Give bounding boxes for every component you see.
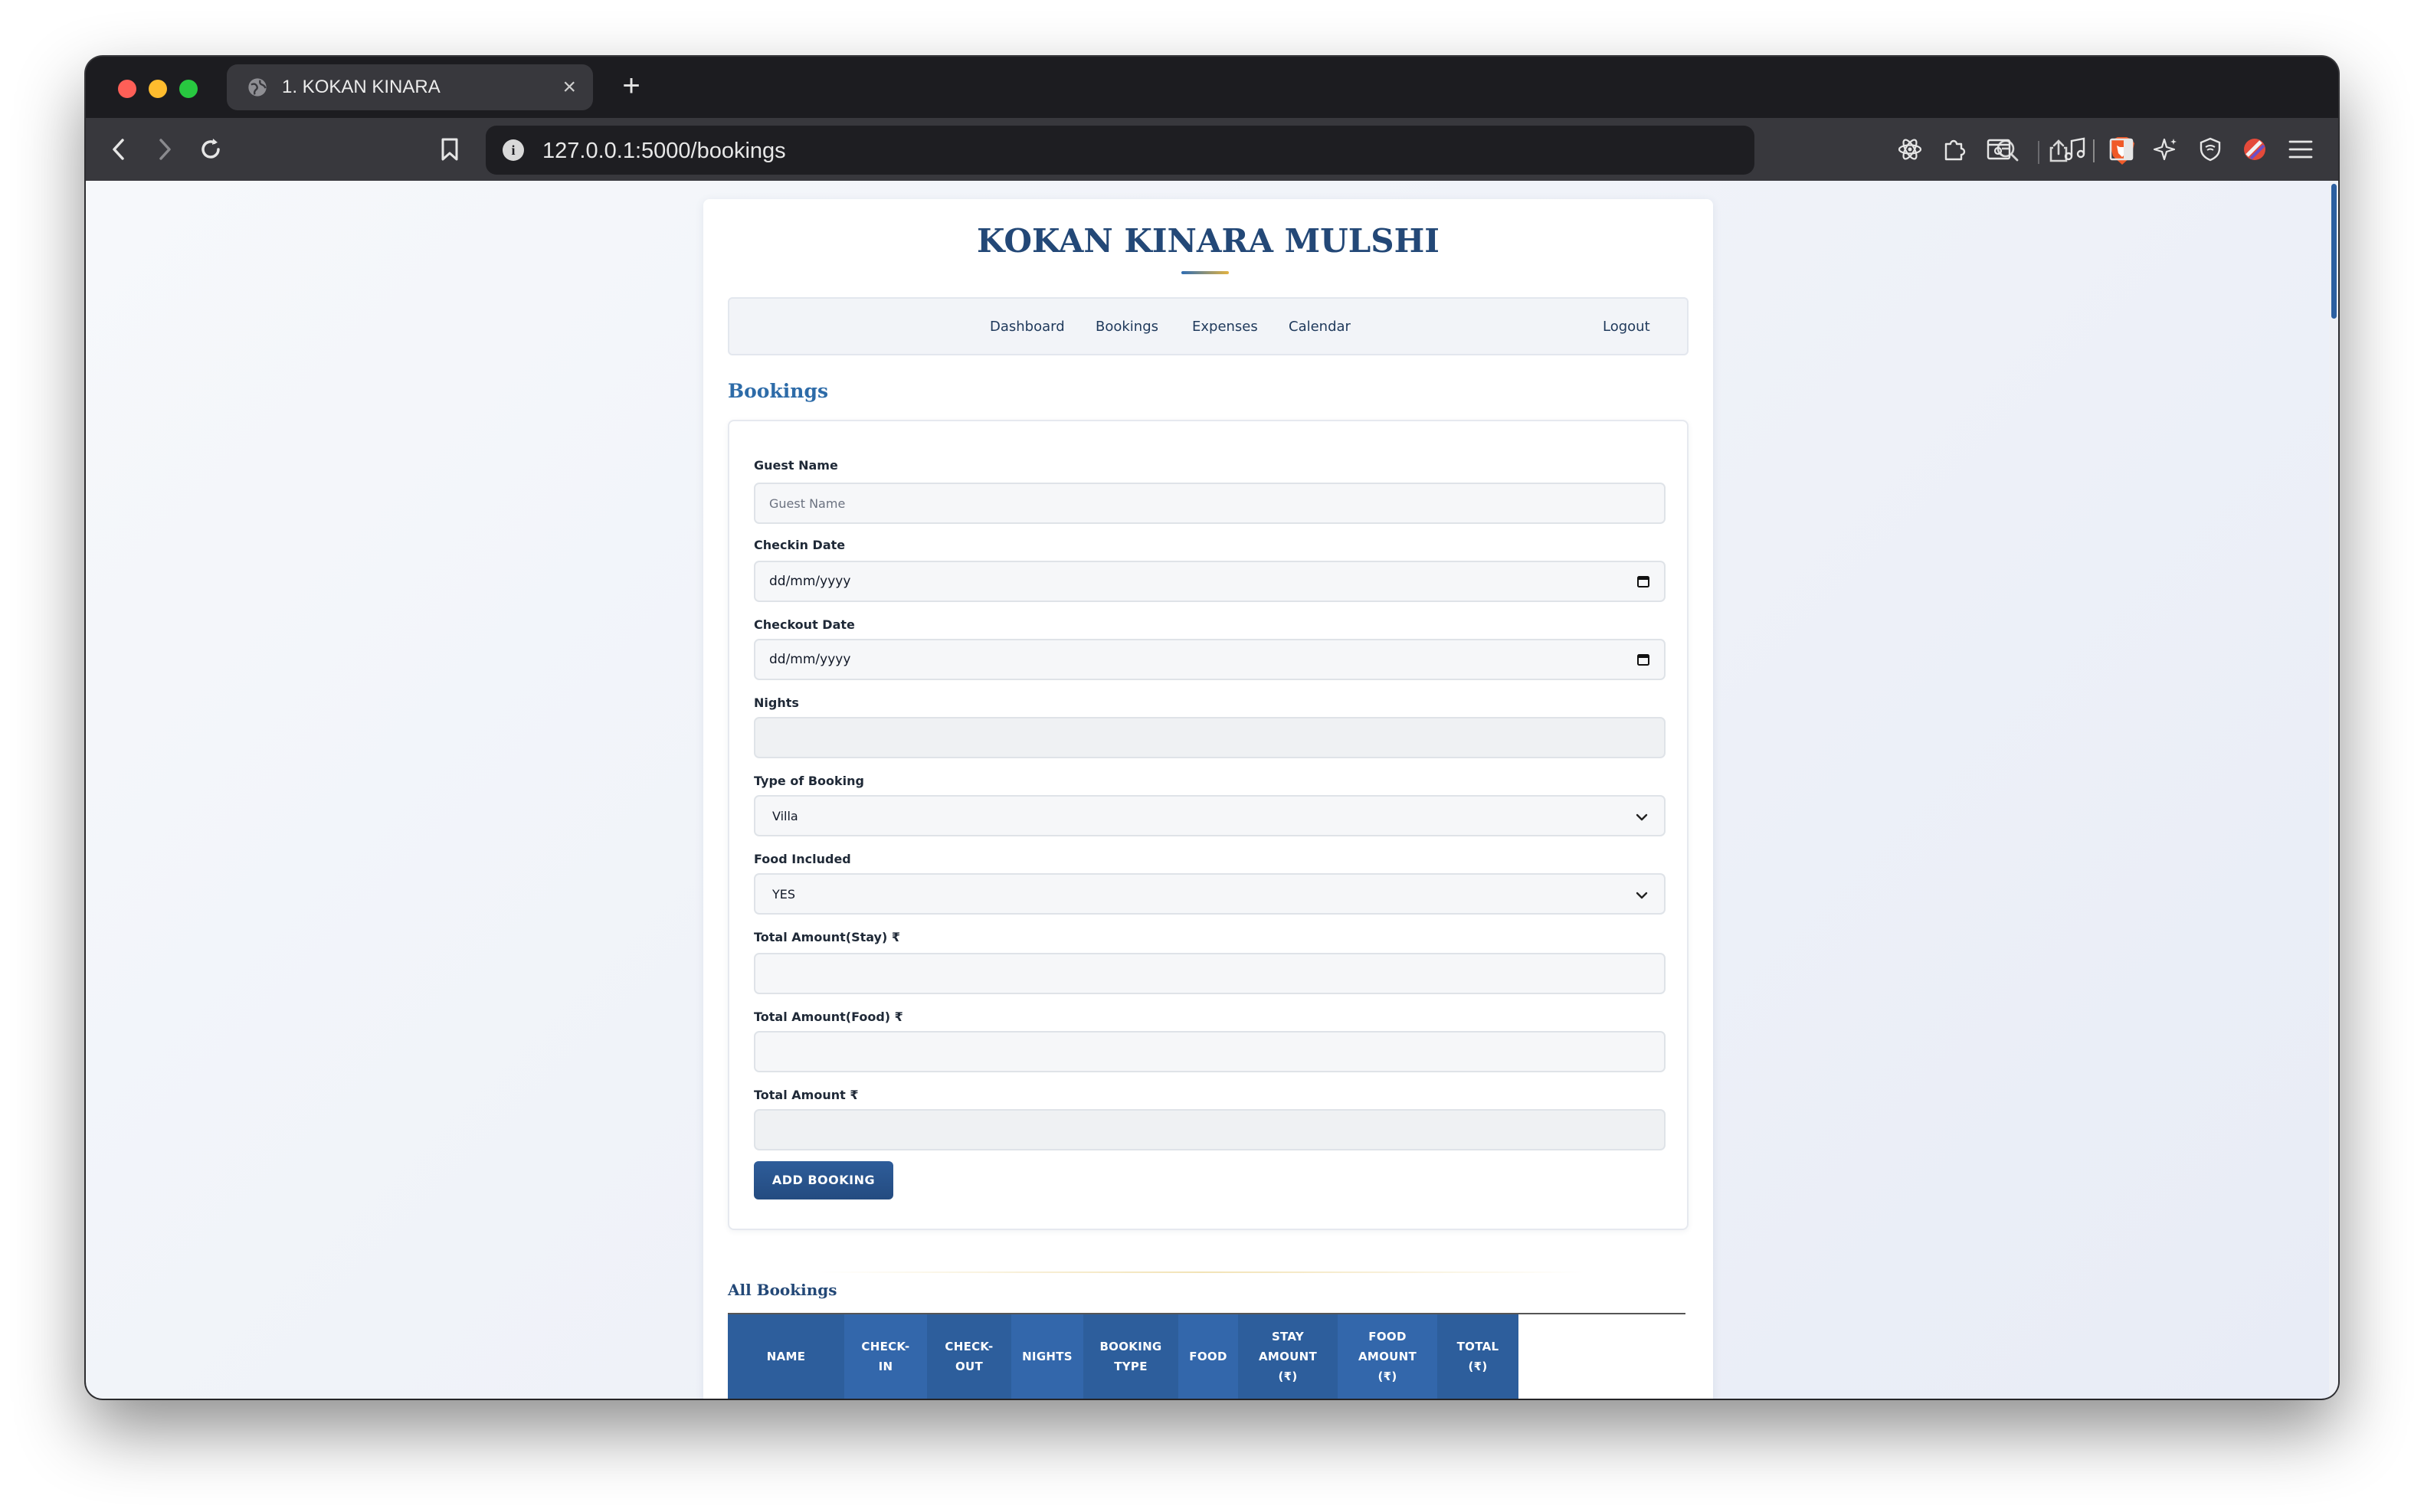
food-included-value: YES <box>772 887 796 902</box>
calendar-icon[interactable] <box>1636 653 1650 666</box>
maximize-window-button[interactable] <box>179 80 198 98</box>
table-header-row: NAME CHECK- IN CHECK- OUT NIGHTS BOOKING… <box>728 1314 1518 1399</box>
checkout-label: Checkout Date <box>754 617 855 632</box>
booking-type-label: Type of Booking <box>754 774 864 788</box>
main-container: KOKAN KINARA MULSHI Dashboard Bookings E… <box>703 199 1713 1399</box>
new-tab-button[interactable]: + <box>614 69 648 103</box>
booking-form: Guest Name Guest Name Checkin Date dd/mm… <box>728 420 1689 1230</box>
close-tab-icon[interactable]: × <box>562 76 576 99</box>
title-underline <box>1181 271 1229 274</box>
bookmark-button[interactable] <box>434 133 466 165</box>
chevron-down-icon <box>1636 892 1648 899</box>
guest-name-placeholder: Guest Name <box>769 496 846 511</box>
menu-icon[interactable] <box>2285 133 2317 165</box>
th-total[interactable]: TOTAL (₹) <box>1437 1314 1518 1399</box>
nav-calendar[interactable]: Calendar <box>1289 319 1351 335</box>
address-bar[interactable]: i 127.0.0.1:5000/bookings <box>486 126 2134 175</box>
food-amount-input[interactable] <box>754 1031 1666 1072</box>
checkin-date-input[interactable]: dd/mm/yyyy <box>754 561 1666 602</box>
bookmark-icon <box>441 138 458 161</box>
total-amount-label: Total Amount ₹ <box>754 1088 859 1102</box>
chevron-right-icon <box>159 139 171 160</box>
all-bookings-title: All Bookings <box>728 1281 837 1299</box>
extensions-icon[interactable] <box>1938 133 1970 165</box>
forward-button[interactable] <box>149 133 181 165</box>
scrollbar-thumb[interactable] <box>2331 184 2337 319</box>
profile-avatar-icon[interactable] <box>2239 133 2271 165</box>
tab-strip: 1. KOKAN KINARA × + <box>86 57 2338 118</box>
back-button[interactable] <box>103 133 135 165</box>
stay-amount-label: Total Amount(Stay) ₹ <box>754 930 900 944</box>
food-amount-label: Total Amount(Food) ₹ <box>754 1010 903 1024</box>
close-window-button[interactable] <box>118 80 136 98</box>
nav-bookings[interactable]: Bookings <box>1096 319 1158 335</box>
address-separator <box>2093 139 2095 162</box>
browser-window: 1. KOKAN KINARA × + i 127.0.0.1:5000/boo… <box>86 57 2338 1399</box>
chevron-down-icon <box>1636 813 1648 821</box>
checkin-label: Checkin Date <box>754 538 846 552</box>
checkin-date-value: dd/mm/yyyy <box>769 574 851 589</box>
divider <box>818 1271 1584 1273</box>
section-title: Bookings <box>728 380 829 402</box>
checkout-date-value: dd/mm/yyyy <box>769 652 851 667</box>
nav-expenses[interactable]: Expenses <box>1192 319 1258 335</box>
stay-amount-input[interactable] <box>754 953 1666 994</box>
toolbar-separator <box>2038 141 2039 164</box>
tab-title: 1. KOKAN KINARA <box>282 77 441 97</box>
bookings-table: NAME CHECK- IN CHECK- OUT NIGHTS BOOKING… <box>728 1313 1685 1399</box>
guest-name-input[interactable]: Guest Name <box>754 483 1666 524</box>
page-search-icon[interactable] <box>1983 133 2015 165</box>
music-icon[interactable] <box>2059 133 2092 165</box>
th-checkout[interactable]: CHECK- OUT <box>927 1314 1011 1399</box>
nav-logout[interactable]: Logout <box>1603 319 1650 335</box>
nights-label: Nights <box>754 695 799 710</box>
chevron-left-icon <box>113 139 124 160</box>
page-viewport: KOKAN KINARA MULSHI Dashboard Bookings E… <box>86 181 2338 1399</box>
th-checkin[interactable]: CHECK- IN <box>844 1314 927 1399</box>
reload-icon <box>201 139 220 159</box>
leo-ai-icon[interactable] <box>2150 133 2182 165</box>
site-info-icon[interactable]: i <box>503 139 524 161</box>
browser-toolbar: i 127.0.0.1:5000/bookings <box>86 118 2338 181</box>
th-food-amount[interactable]: FOOD AMOUNT (₹) <box>1338 1314 1437 1399</box>
th-name[interactable]: NAME <box>728 1314 844 1399</box>
minimize-window-button[interactable] <box>149 80 167 98</box>
food-included-select[interactable]: YES <box>754 873 1666 915</box>
scrollbar[interactable] <box>2329 181 2338 1399</box>
calendar-icon[interactable] <box>1636 574 1650 588</box>
vpn-shield-icon[interactable] <box>2194 133 2226 165</box>
site-title: KOKAN KINARA MULSHI <box>977 222 1440 260</box>
sidebar-toggle-icon[interactable] <box>2105 133 2137 165</box>
browser-tab[interactable]: 1. KOKAN KINARA × <box>227 64 593 110</box>
checkout-date-input[interactable]: dd/mm/yyyy <box>754 639 1666 680</box>
total-amount-input <box>754 1109 1666 1150</box>
url-text[interactable]: 127.0.0.1:5000/bookings <box>542 139 786 164</box>
booking-type-value: Villa <box>772 809 798 823</box>
nav-dashboard[interactable]: Dashboard <box>990 319 1065 335</box>
add-booking-button[interactable]: ADD BOOKING <box>754 1161 893 1199</box>
top-nav: Dashboard Bookings Expenses Calendar Log… <box>728 297 1689 355</box>
react-devtools-icon[interactable] <box>1894 133 1926 165</box>
th-food[interactable]: FOOD <box>1178 1314 1238 1399</box>
nights-input <box>754 717 1666 758</box>
th-stay-amount[interactable]: STAY AMOUNT (₹) <box>1238 1314 1338 1399</box>
guest-name-label: Guest Name <box>754 458 838 473</box>
globe-icon <box>248 78 267 97</box>
th-nights[interactable]: NIGHTS <box>1011 1314 1083 1399</box>
food-included-label: Food Included <box>754 852 851 866</box>
booking-type-select[interactable]: Villa <box>754 795 1666 836</box>
reload-button[interactable] <box>195 133 227 165</box>
th-booking-type[interactable]: BOOKING TYPE <box>1083 1314 1178 1399</box>
